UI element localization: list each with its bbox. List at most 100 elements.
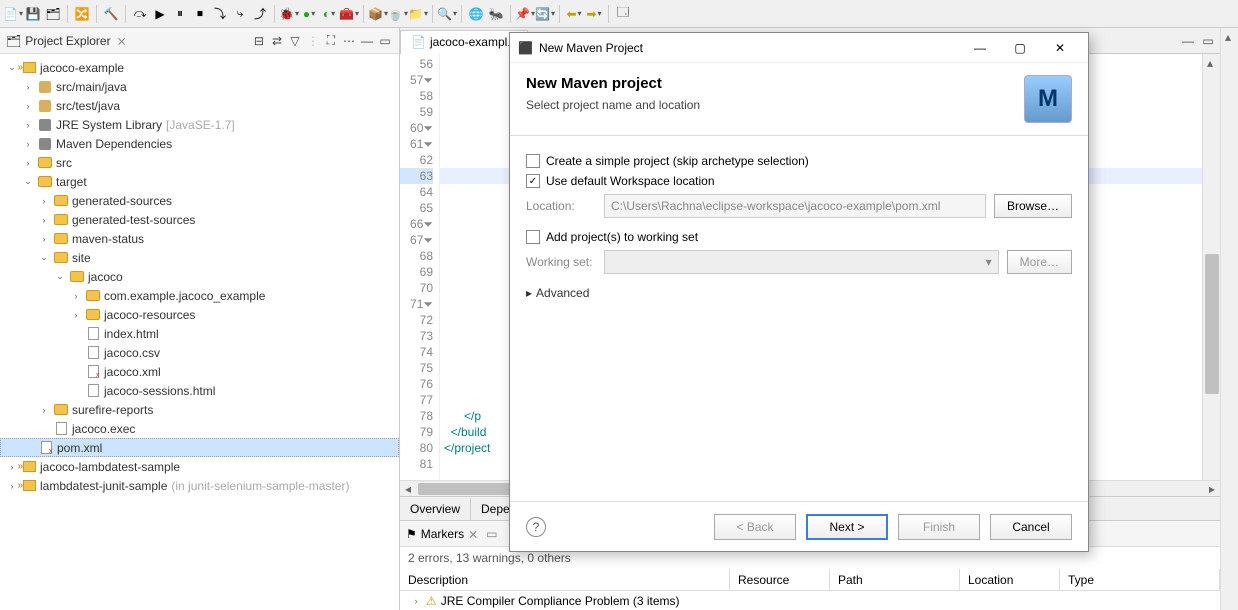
chevron-right-icon[interactable]: › [70, 309, 82, 321]
chevron-right-icon[interactable]: › [22, 100, 34, 112]
advanced-expander[interactable]: ▸ Advanced [526, 286, 1072, 300]
save-icon[interactable]: 💾 [24, 5, 42, 23]
newpkg-icon[interactable]: 📦▾ [369, 5, 387, 23]
default-workspace-checkbox[interactable]: ✓ [526, 174, 540, 188]
chevron-right-icon[interactable]: › [38, 214, 50, 226]
chevron-right-icon[interactable]: › [22, 138, 34, 150]
tree-node[interactable]: jacoco.csv [0, 343, 399, 362]
chevron-right-icon[interactable]: › [38, 195, 50, 207]
tree-node[interactable]: ›jacoco-resources [0, 305, 399, 324]
web-icon[interactable]: 🌐 [467, 5, 485, 23]
minimize-icon[interactable]: — [359, 33, 375, 49]
project-explorer-tab[interactable]: 🗂 Project Explorer ⨯ [6, 34, 247, 48]
help-icon[interactable]: ? [526, 517, 546, 537]
new-icon[interactable]: 📄▾ [4, 5, 22, 23]
ant-icon[interactable]: 🐜 [487, 5, 505, 23]
project-tree[interactable]: ⌄jacoco-example›src/main/java›src/test/j… [0, 54, 399, 610]
search-icon[interactable]: 🔍▾ [438, 5, 456, 23]
tree-node[interactable]: jacoco.exec [0, 419, 399, 438]
chevron-right-icon[interactable]: › [6, 480, 18, 492]
stepover-icon[interactable]: ⤷ [231, 5, 249, 23]
external-icon[interactable]: 🧰▾ [340, 5, 358, 23]
simple-project-checkbox[interactable] [526, 154, 540, 168]
marker-row[interactable]: › ⚠ JRE Compiler Compliance Problem (3 i… [400, 591, 1220, 610]
tree-node[interactable]: ›com.example.jacoco_example [0, 286, 399, 305]
collapse-all-icon[interactable]: ⊟ [251, 33, 267, 49]
coverage-icon[interactable]: ◐▾ [320, 5, 338, 23]
chevron-right-icon[interactable]: › [6, 461, 18, 473]
dialog-close-icon[interactable]: ✕ [1040, 34, 1080, 62]
view-menu-icon[interactable]: ⋯ [341, 33, 357, 49]
browse-button[interactable]: Browse… [994, 194, 1072, 218]
pin-icon[interactable]: 📌▾ [516, 5, 534, 23]
tree-node[interactable]: jacoco-sessions.html [0, 381, 399, 400]
chevron-right-icon[interactable]: › [22, 81, 34, 93]
tree-node[interactable]: ⌄jacoco [0, 267, 399, 286]
location-field [604, 194, 986, 218]
chevron-down-icon[interactable]: ⌄ [22, 176, 34, 188]
tree-node[interactable]: ›generated-test-sources [0, 210, 399, 229]
saveall-icon[interactable]: 🗂 [44, 5, 62, 23]
tree-node[interactable]: ›src/test/java [0, 96, 399, 115]
tree-node-label: Maven Dependencies [56, 137, 172, 151]
filter-icon[interactable]: ▽ [287, 33, 303, 49]
chevron-right-icon[interactable]: › [70, 290, 82, 302]
chevron-right-icon[interactable]: › [38, 404, 50, 416]
tab-overview[interactable]: Overview [400, 498, 471, 520]
tree-node[interactable]: ›generated-sources [0, 191, 399, 210]
tree-node[interactable]: ⌄target [0, 172, 399, 191]
build-icon[interactable]: 🔨 [102, 5, 120, 23]
chevron-down-icon[interactable]: ⌄ [54, 271, 66, 283]
pause-icon[interactable]: ⏸ [171, 5, 189, 23]
tree-node[interactable]: ›JRE System Library[JavaSE-1.7] [0, 115, 399, 134]
back-icon[interactable]: ⬅▾ [565, 5, 583, 23]
tree-node[interactable]: ›maven-status [0, 229, 399, 248]
newclass-icon[interactable]: 🍵▾ [389, 5, 407, 23]
tree-node[interactable]: ›src [0, 153, 399, 172]
other-view-icon[interactable]: ▭ [486, 527, 497, 541]
tree-node[interactable]: ›src/main/java [0, 77, 399, 96]
tree-node[interactable]: jacoco.xml [0, 362, 399, 381]
workbench-vscrollbar[interactable]: ▴ [1220, 28, 1238, 610]
chevron-right-icon[interactable]: › [22, 157, 34, 169]
next-button[interactable]: Next > [806, 514, 888, 540]
tree-node[interactable]: › Maven Dependencies [0, 134, 399, 153]
tree-node[interactable]: pom.xml [0, 438, 399, 457]
chevron-right-icon[interactable]: › [38, 233, 50, 245]
focus-icon[interactable]: ⛶ [323, 33, 339, 49]
editor-minimize-icon[interactable]: — [1180, 33, 1196, 49]
dialog-maximize-icon[interactable]: ▢ [1000, 34, 1040, 62]
tree-node[interactable]: ›jacoco-lambdatest-sample [0, 457, 399, 476]
refresh-icon[interactable]: 🔄▾ [536, 5, 554, 23]
tree-node-label: jacoco.xml [104, 365, 161, 379]
link-editor-icon[interactable]: ⇄ [269, 33, 285, 49]
skip-icon[interactable]: ⤼ [131, 5, 149, 23]
fwd-icon[interactable]: ➡▾ [585, 5, 603, 23]
step-icon[interactable]: ⤵ [211, 5, 229, 23]
tree-node[interactable]: ⌄jacoco-example [0, 58, 399, 77]
workingset-name-label: Working set: [526, 255, 596, 269]
maven-banner-icon: M [1024, 75, 1072, 123]
dialog-minimize-icon[interactable]: — [960, 34, 1000, 62]
switch-icon[interactable]: 🔀 [73, 5, 91, 23]
tree-node[interactable]: index.html [0, 324, 399, 343]
cancel-button[interactable]: Cancel [990, 514, 1072, 540]
run-icon[interactable]: ●▾ [300, 5, 318, 23]
markers-tab[interactable]: ⚑ Markers ⨯ [406, 527, 478, 541]
stepout-icon[interactable]: ⤴ [251, 5, 269, 23]
chevron-right-icon[interactable]: › [22, 119, 34, 131]
resume-icon[interactable]: ▶ [151, 5, 169, 23]
editor-vscrollbar[interactable]: ▴ [1202, 54, 1220, 480]
newfolder-icon[interactable]: 📁▾ [409, 5, 427, 23]
tree-node[interactable]: ›surefire-reports [0, 400, 399, 419]
tree-node[interactable]: ⌄site [0, 248, 399, 267]
working-set-checkbox[interactable] [526, 230, 540, 244]
maximize-icon[interactable]: ▭ [377, 33, 393, 49]
chevron-down-icon[interactable]: ⌄ [38, 252, 50, 264]
stop-icon[interactable]: ⏹ [191, 5, 209, 23]
editor-maximize-icon[interactable]: ▭ [1200, 33, 1216, 49]
tree-node[interactable]: ›lambdatest-junit-sample(in junit-seleni… [0, 476, 399, 495]
debug-icon[interactable]: 🐞▾ [280, 5, 298, 23]
chevron-down-icon[interactable]: ⌄ [6, 62, 18, 74]
persp-icon[interactable]: 🗔 [614, 5, 632, 23]
